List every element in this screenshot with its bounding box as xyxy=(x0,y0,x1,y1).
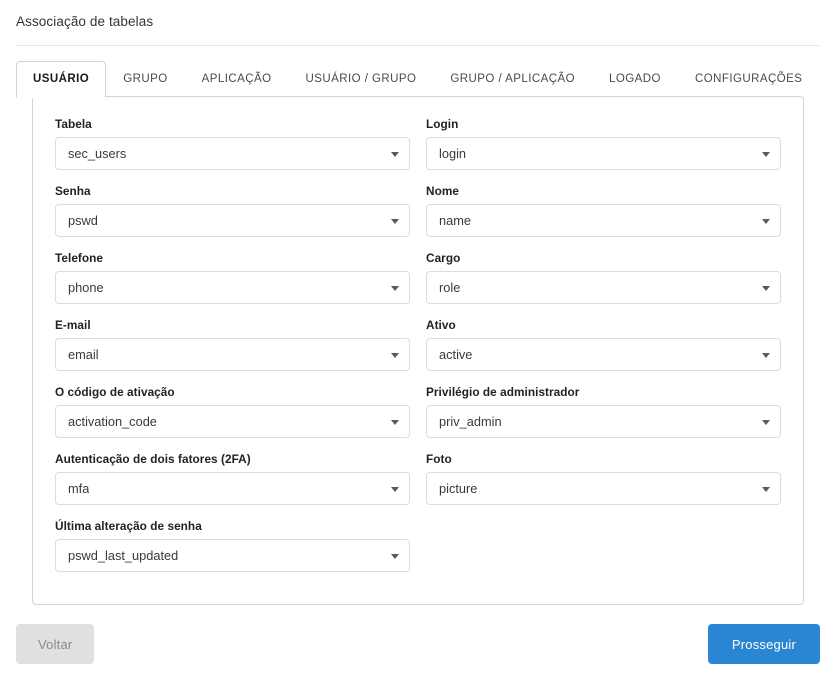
select-value: email xyxy=(68,346,99,362)
page-header: Associação de tabelas xyxy=(0,0,836,46)
select-cargo[interactable]: role xyxy=(426,271,781,304)
chevron-down-icon xyxy=(762,151,770,157)
select-value: activation_code xyxy=(68,413,157,429)
chevron-down-icon xyxy=(391,419,399,425)
select-value: role xyxy=(439,279,461,295)
field-label: Nome xyxy=(426,184,459,198)
tab-grupo[interactable]: GRUPO xyxy=(106,61,184,97)
field-autentica-o-de-dois-fatores-2fa: Autenticação de dois fatores (2FA) mfa xyxy=(55,452,410,505)
chevron-down-icon xyxy=(762,285,770,291)
field-nome: Nome name xyxy=(426,184,781,237)
table-association-page: Associação de tabelas USUÁRIO GRUPO APLICA… xyxy=(0,0,836,678)
field-label: Foto xyxy=(426,452,452,466)
select-telefone[interactable]: phone xyxy=(55,271,410,304)
select-autentica-o-de-dois-fatores-2fa[interactable]: mfa xyxy=(55,472,410,505)
select-value: mfa xyxy=(68,480,90,496)
chevron-down-icon xyxy=(762,352,770,358)
chevron-down-icon xyxy=(762,486,770,492)
right-column: Login login Nome name Cargo role Ativo active Pr… xyxy=(418,117,789,586)
field-label: Telefone xyxy=(55,251,104,265)
field-ativo: Ativo active xyxy=(426,318,781,371)
select-senha[interactable]: pswd xyxy=(55,204,410,237)
field-label: E-mail xyxy=(55,318,91,332)
field-cargo: Cargo role xyxy=(426,251,781,304)
field-label: Tabela xyxy=(55,117,92,131)
chevron-down-icon xyxy=(391,352,399,358)
chevron-down-icon xyxy=(391,553,399,559)
field-label: Senha xyxy=(55,184,91,198)
field-o-c-digo-de-ativa-o: O código de ativação activation_code xyxy=(55,385,410,438)
field-e-mail: E-mail email xyxy=(55,318,410,371)
select-value: picture xyxy=(439,480,478,496)
tab-logado[interactable]: LOGADO xyxy=(592,61,678,97)
footer-actions: Voltar Prosseguir xyxy=(16,623,820,665)
field-senha: Senha pswd xyxy=(55,184,410,237)
tab-configura-es[interactable]: CONFIGURAÇÕES xyxy=(678,61,819,97)
field-grid: Tabela sec_users Senha pswd Telefone phone E-m… xyxy=(47,117,789,586)
field-label: Login xyxy=(426,117,459,131)
chevron-down-icon xyxy=(391,285,399,291)
tab-grupo-aplica-o[interactable]: GRUPO / APLICAÇÃO xyxy=(433,61,592,97)
proceed-button[interactable]: Prosseguir xyxy=(707,624,820,664)
back-button[interactable]: Voltar xyxy=(16,624,95,664)
tabs-region: USUÁRIO GRUPO APLICAÇÃO USUÁRIO / GRUPO GRUP… xyxy=(0,61,836,605)
select-nome[interactable]: name xyxy=(426,204,781,237)
tab-usu-rio[interactable]: USUÁRIO xyxy=(16,61,107,98)
field-label: Ativo xyxy=(426,318,456,332)
select-foto[interactable]: picture xyxy=(426,472,781,505)
select-value: name xyxy=(439,212,472,228)
field-tabela: Tabela sec_users xyxy=(55,117,410,170)
field-foto: Foto picture xyxy=(426,452,781,505)
tab-aplica-o[interactable]: APLICAÇÃO xyxy=(185,61,289,97)
select-o-c-digo-de-ativa-o[interactable]: activation_code xyxy=(55,405,410,438)
select-tabela[interactable]: sec_users xyxy=(55,137,410,170)
chevron-down-icon xyxy=(391,218,399,224)
tab-usu-rio-grupo[interactable]: USUÁRIO / GRUPO xyxy=(289,61,434,97)
left-column: Tabela sec_users Senha pswd Telefone phone E-m… xyxy=(47,117,418,586)
field-label: Cargo xyxy=(426,251,461,265)
select-e-mail[interactable]: email xyxy=(55,338,410,371)
page-title: Associação de tabelas xyxy=(16,14,154,29)
chevron-down-icon xyxy=(762,419,770,425)
field-label: O código de ativação xyxy=(55,385,175,399)
chevron-down-icon xyxy=(391,486,399,492)
chevron-down-icon xyxy=(391,151,399,157)
field-label: Privilégio de administrador xyxy=(426,385,580,399)
select-value: active xyxy=(439,346,473,362)
tab-panel-usuario: Tabela sec_users Senha pswd Telefone phone E-m… xyxy=(32,96,804,605)
field-telefone: Telefone phone xyxy=(55,251,410,304)
select-value: pswd_last_updated xyxy=(68,547,179,563)
select-value: phone xyxy=(68,279,104,295)
field-privil-gio-de-administrador: Privilégio de administrador priv_admin xyxy=(426,385,781,438)
field-label: Autenticação de dois fatores (2FA) xyxy=(55,452,251,466)
select-privil-gio-de-administrador[interactable]: priv_admin xyxy=(426,405,781,438)
header-divider xyxy=(16,45,820,46)
select-value: pswd xyxy=(68,212,98,228)
select-value: sec_users xyxy=(68,145,127,161)
chevron-down-icon xyxy=(762,218,770,224)
select-value: login xyxy=(439,145,467,161)
tab-bar: USUÁRIO GRUPO APLICAÇÃO USUÁRIO / GRUPO GRUP… xyxy=(16,61,820,98)
field-login: Login login xyxy=(426,117,781,170)
field-ltima-altera-o-de-senha: Última alteração de senha pswd_last_updat… xyxy=(55,519,410,572)
select-ativo[interactable]: active xyxy=(426,338,781,371)
field-label: Última alteração de senha xyxy=(55,519,202,533)
select-login[interactable]: login xyxy=(426,137,781,170)
select-ltima-altera-o-de-senha[interactable]: pswd_last_updated xyxy=(55,539,410,572)
select-value: priv_admin xyxy=(439,413,502,429)
